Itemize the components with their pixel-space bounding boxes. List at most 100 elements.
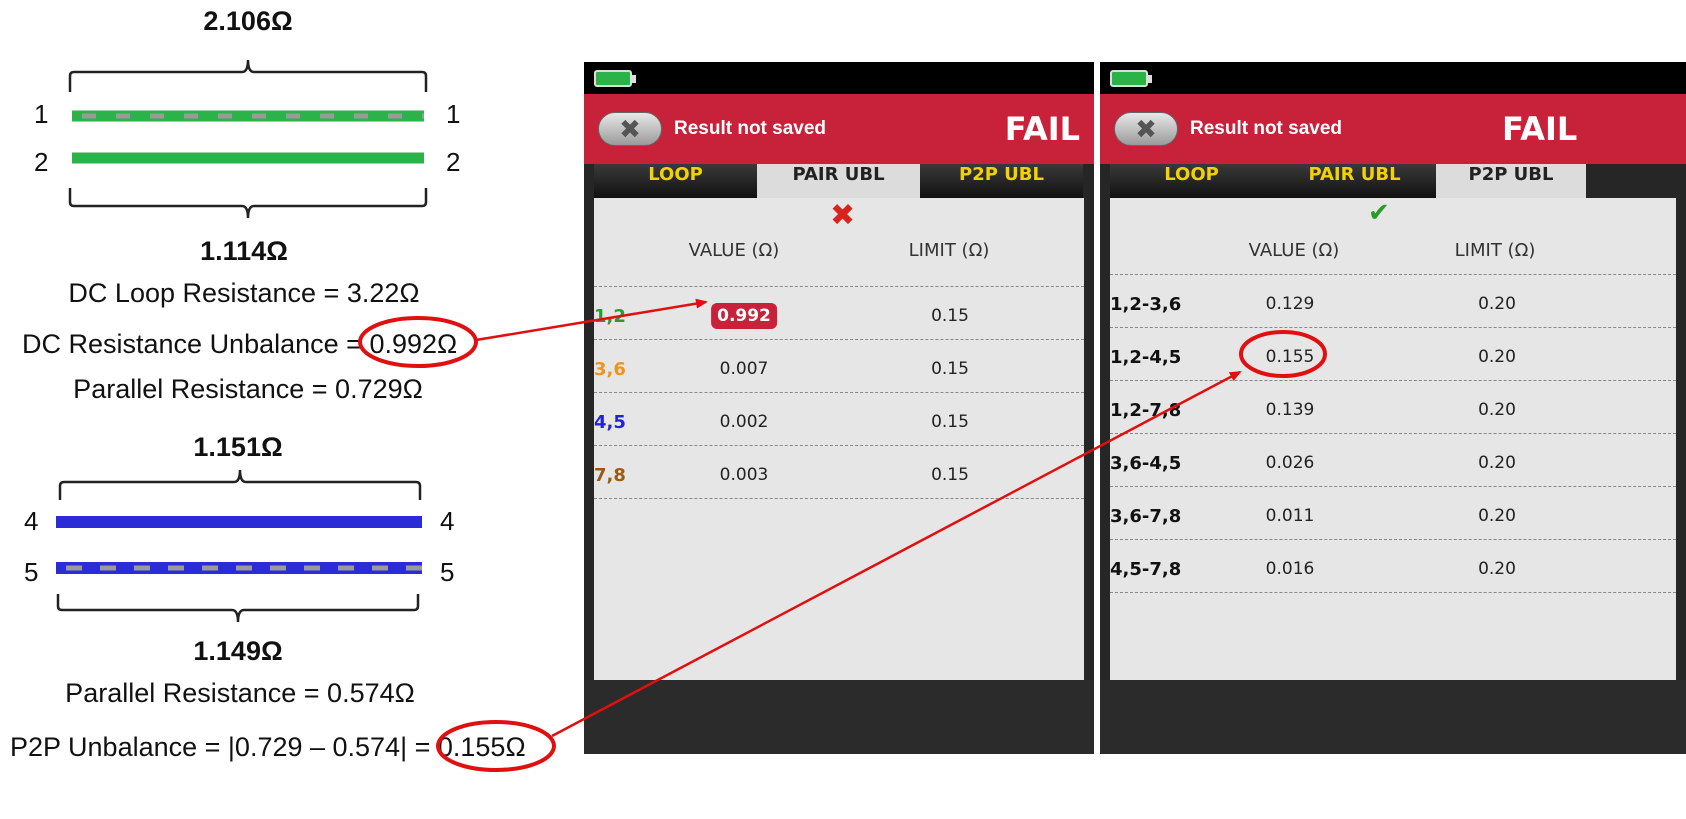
pair-label: 7,8 bbox=[594, 465, 626, 486]
result-header: ✖ Result not saved FAIL bbox=[1100, 94, 1686, 164]
bottom-brace-2 bbox=[56, 594, 420, 623]
verdict-label: FAIL bbox=[1004, 110, 1080, 148]
unbalance-prefix: DC Resistance Unbalance = bbox=[22, 329, 370, 359]
save-status-text: Result not saved bbox=[1190, 118, 1343, 139]
row-divider bbox=[594, 445, 1084, 446]
battery-icon bbox=[1110, 70, 1152, 87]
measured-value: 0.011 bbox=[1265, 506, 1315, 526]
limit-column-header: LIMIT (Ω) bbox=[1454, 240, 1536, 261]
pair-label: 3,6-4,5 bbox=[1110, 453, 1182, 474]
dc-resistance-unbalance-text: DC Resistance Unbalance = 0.992Ω bbox=[22, 329, 457, 360]
close-button[interactable]: ✖ bbox=[598, 112, 662, 146]
measured-value: 0.992 bbox=[711, 303, 777, 329]
pair-label: 1,2-3,6 bbox=[1110, 294, 1182, 315]
verdict-label: FAIL bbox=[1502, 110, 1578, 148]
save-status-text: Result not saved bbox=[674, 118, 827, 139]
pair-label: 1,2-4,5 bbox=[1110, 347, 1182, 368]
limit-value: 0.20 bbox=[1478, 400, 1516, 420]
pin-4-left-label: 4 bbox=[24, 506, 39, 536]
tab-loop[interactable]: LOOP bbox=[594, 164, 757, 198]
tab-p2p-ubl[interactable]: P2P UBL bbox=[1436, 164, 1586, 198]
pair-label: 3,6-7,8 bbox=[1110, 506, 1182, 527]
tab-pair-ubl[interactable]: PAIR UBL bbox=[1273, 164, 1436, 198]
results-panel: ✖ VALUE (Ω) LIMIT (Ω) 1,2 0.992 0.15 3,6 0.0… bbox=[594, 198, 1084, 680]
row-divider bbox=[1110, 486, 1676, 487]
pin-1-right-label: 1 bbox=[446, 99, 461, 129]
wire-4-resistance-label: 1.151Ω bbox=[193, 432, 283, 462]
pair-label: 3,6 bbox=[594, 359, 626, 380]
tab-loop[interactable]: LOOP bbox=[1110, 164, 1273, 198]
measured-value: 0.026 bbox=[1265, 453, 1315, 473]
pin-5-left-label: 5 bbox=[24, 557, 39, 587]
value-column-header: VALUE (Ω) bbox=[688, 240, 780, 261]
row-divider bbox=[1110, 327, 1676, 328]
measured-value: 0.016 bbox=[1265, 559, 1315, 579]
pass-check-icon: ✔ bbox=[1368, 198, 1390, 228]
result-header: ✖ Result not saved FAIL bbox=[584, 94, 1094, 164]
limit-value: 0.15 bbox=[931, 359, 969, 379]
battery-icon bbox=[594, 70, 636, 87]
row-divider bbox=[1110, 592, 1676, 593]
value-column-header: VALUE (Ω) bbox=[1248, 240, 1340, 261]
row-divider bbox=[1110, 380, 1676, 381]
parallel-resistance-1-text: Parallel Resistance = 0.729Ω bbox=[73, 374, 423, 404]
pin-4-right-label: 4 bbox=[440, 506, 455, 536]
limit-column-header: LIMIT (Ω) bbox=[908, 240, 990, 261]
pair-label: 1,2-7,8 bbox=[1110, 400, 1182, 421]
limit-value: 0.20 bbox=[1478, 453, 1516, 473]
tab-bar: LOOP PAIR UBL P2P UBL bbox=[1110, 164, 1676, 198]
row-divider bbox=[1110, 539, 1676, 540]
pair-label: 1,2 bbox=[594, 306, 626, 327]
dc-loop-resistance-text: DC Loop Resistance = 3.22Ω bbox=[68, 278, 420, 308]
parallel-resistance-2-text: Parallel Resistance = 0.574Ω bbox=[65, 678, 415, 708]
tab-p2p-ubl[interactable]: P2P UBL bbox=[920, 164, 1083, 198]
close-icon: ✖ bbox=[1135, 115, 1157, 145]
bottom-brace-1 bbox=[68, 188, 428, 219]
measured-value: 0.002 bbox=[719, 412, 769, 432]
limit-value: 0.15 bbox=[931, 465, 969, 485]
measured-value: 0.139 bbox=[1265, 400, 1315, 420]
fail-x-icon: ✖ bbox=[830, 198, 856, 233]
tab-bar: LOOP PAIR UBL P2P UBL bbox=[594, 164, 1084, 198]
pin-5-right-label: 5 bbox=[440, 557, 455, 587]
limit-value: 0.15 bbox=[931, 306, 969, 326]
tab-pair-ubl[interactable]: PAIR UBL bbox=[757, 164, 920, 198]
status-bar bbox=[584, 62, 1094, 94]
row-divider bbox=[1110, 274, 1676, 275]
status-bar bbox=[1100, 62, 1686, 94]
measured-value: 0.155 bbox=[1265, 347, 1315, 367]
bottom-bar bbox=[1100, 680, 1686, 754]
pin-2-left-label: 2 bbox=[34, 147, 49, 177]
row-divider bbox=[594, 392, 1084, 393]
measured-value: 0.007 bbox=[719, 359, 769, 379]
top-brace bbox=[68, 59, 428, 92]
close-icon: ✖ bbox=[619, 115, 641, 145]
limit-value: 0.20 bbox=[1478, 294, 1516, 314]
top-brace-2 bbox=[58, 469, 422, 500]
row-divider bbox=[594, 339, 1084, 340]
pin-1-left-label: 1 bbox=[34, 99, 49, 129]
wire-2-resistance-label: 1.114Ω bbox=[200, 236, 288, 266]
p2p-prefix: P2P Unbalance = |0.729 – 0.574| = bbox=[10, 732, 438, 762]
limit-value: 0.20 bbox=[1478, 559, 1516, 579]
p2p-value: 0.155Ω bbox=[437, 732, 526, 762]
close-button[interactable]: ✖ bbox=[1114, 112, 1178, 146]
results-panel: ✔ VALUE (Ω) LIMIT (Ω) 1,2-3,6 0.129 0.20 1,… bbox=[1110, 198, 1676, 680]
bottom-bar bbox=[584, 680, 1094, 754]
pair-ubl-screen: ✖ Result not saved FAIL LOOP PAIR UBL P2… bbox=[584, 62, 1094, 754]
pin-2-right-label: 2 bbox=[446, 147, 461, 177]
pair-label: 4,5 bbox=[594, 412, 626, 433]
measured-value: 0.003 bbox=[719, 465, 769, 485]
p2p-ubl-screen: ✖ Result not saved FAIL LOOP PAIR UBL P2… bbox=[1100, 62, 1686, 754]
unbalance-value: 0.992Ω bbox=[369, 329, 458, 359]
p2p-unbalance-text: P2P Unbalance = |0.729 – 0.574| = 0.155Ω bbox=[10, 732, 526, 763]
limit-value: 0.20 bbox=[1478, 347, 1516, 367]
measured-value: 0.129 bbox=[1265, 294, 1315, 314]
total-resistance-label: 2.106Ω bbox=[203, 6, 293, 36]
pair-label: 4,5-7,8 bbox=[1110, 559, 1182, 580]
row-divider bbox=[1110, 433, 1676, 434]
wire-5-resistance-label: 1.149Ω bbox=[193, 636, 283, 666]
row-divider bbox=[594, 498, 1084, 499]
row-divider bbox=[594, 286, 1084, 287]
limit-value: 0.15 bbox=[931, 412, 969, 432]
